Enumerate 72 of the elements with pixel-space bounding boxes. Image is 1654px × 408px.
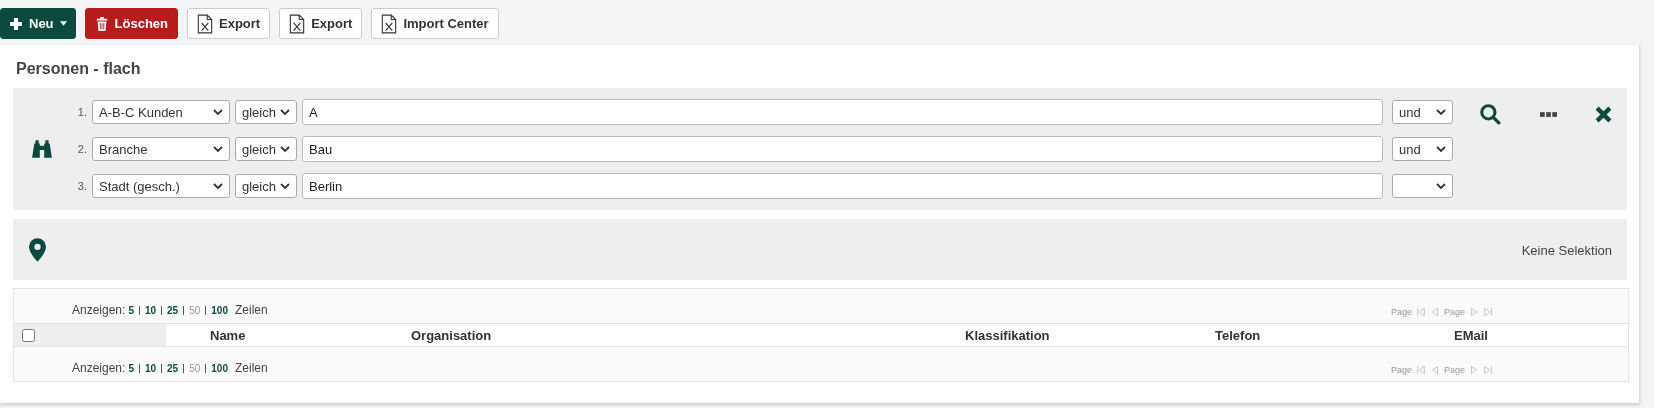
chevron-down-icon xyxy=(213,146,223,152)
page-label: Page xyxy=(1443,365,1465,375)
operator-dropdown[interactable]: gleich xyxy=(235,137,297,161)
caret-icon xyxy=(59,21,67,26)
file-button[interactable]: Export xyxy=(279,8,363,39)
page-size-link[interactable]: 100 xyxy=(211,363,228,374)
page-size-link[interactable]: 25 xyxy=(167,363,179,374)
previous-page-icon[interactable] xyxy=(1429,365,1440,375)
page-size-link[interactable]: 10 xyxy=(144,363,157,374)
row-number: 1. xyxy=(76,106,87,118)
field-dropdown[interactable]: A-B-C Kunden xyxy=(92,100,230,124)
chevron-down-icon xyxy=(1436,146,1446,152)
page-label: Page xyxy=(1390,365,1412,375)
conjunction-dropdown[interactable]: und xyxy=(1392,100,1453,124)
first-page-icon[interactable] xyxy=(1415,365,1426,375)
value-field[interactable]: Bau xyxy=(302,136,1383,162)
spreadsheet-file-icon xyxy=(381,13,398,34)
chevron-down-icon xyxy=(1436,109,1446,115)
spreadsheet-file-icon xyxy=(197,13,214,34)
file-button[interactable]: Import Center xyxy=(371,8,499,39)
rows-label: Zeilen xyxy=(235,303,268,317)
page-label: Page xyxy=(1443,307,1465,317)
field-dropdown[interactable]: Stadt (gesch.) xyxy=(92,174,230,198)
chevron-down-icon xyxy=(280,183,290,189)
column-header[interactable]: Organisation xyxy=(411,327,965,343)
conjunction-dropdown[interactable] xyxy=(1392,174,1453,198)
column-header[interactable]: Telefon xyxy=(1215,327,1454,343)
page-title: Personen - flach xyxy=(15,59,142,79)
last-page-icon[interactable] xyxy=(1483,365,1493,375)
previous-page-icon[interactable] xyxy=(1429,307,1440,317)
row-number: 3. xyxy=(76,180,87,192)
page-size-link[interactable]: 5 xyxy=(128,363,134,374)
selection-status: Keine Selektion xyxy=(1521,243,1612,258)
operator-dropdown[interactable]: gleich xyxy=(235,174,297,198)
close-icon[interactable] xyxy=(1595,105,1612,123)
row-number: 2. xyxy=(76,143,87,155)
select-all-checkbox[interactable] xyxy=(22,328,35,342)
column-header[interactable]: Name xyxy=(210,327,411,343)
page-size-link[interactable]: 25 xyxy=(167,305,179,316)
chevron-down-icon xyxy=(213,183,223,189)
conjunction-dropdown[interactable]: und xyxy=(1392,137,1453,161)
page-size-link[interactable]: 100 xyxy=(211,305,228,316)
rows-label: Zeilen xyxy=(235,361,268,375)
page-label: Page xyxy=(1390,307,1412,317)
trash-icon xyxy=(94,16,109,31)
delete-button[interactable]: Löschen xyxy=(84,8,179,39)
binoculars-icon xyxy=(31,138,53,160)
new-button[interactable]: Neu xyxy=(0,8,76,39)
more-icon[interactable] xyxy=(1540,111,1557,117)
chevron-down-icon xyxy=(213,109,223,115)
next-page-icon[interactable] xyxy=(1469,307,1479,317)
chevron-down-icon xyxy=(280,146,290,152)
field-dropdown[interactable]: Branche xyxy=(92,137,230,161)
column-header[interactable]: Klassifikation xyxy=(965,327,1215,343)
last-page-icon[interactable] xyxy=(1483,307,1493,317)
chevron-down-icon xyxy=(280,109,290,115)
page-size-link[interactable]: 5 xyxy=(128,305,134,316)
plus-icon xyxy=(9,16,23,31)
column-header[interactable]: EMail xyxy=(1454,327,1488,343)
file-button[interactable]: Export xyxy=(187,8,271,39)
map-pin-icon xyxy=(29,237,46,262)
operator-dropdown[interactable]: gleich xyxy=(235,100,297,124)
value-field[interactable]: Berlin xyxy=(302,173,1383,199)
chevron-down-icon xyxy=(1436,183,1446,189)
spreadsheet-file-icon xyxy=(289,13,306,34)
page-size-link[interactable]: 10 xyxy=(144,305,157,316)
first-page-icon[interactable] xyxy=(1415,307,1426,317)
search-icon[interactable] xyxy=(1479,103,1501,125)
show-label: Anzeigen: xyxy=(72,361,126,375)
value-field[interactable]: A xyxy=(302,99,1383,125)
show-label: Anzeigen: xyxy=(72,303,126,317)
next-page-icon[interactable] xyxy=(1469,365,1479,375)
